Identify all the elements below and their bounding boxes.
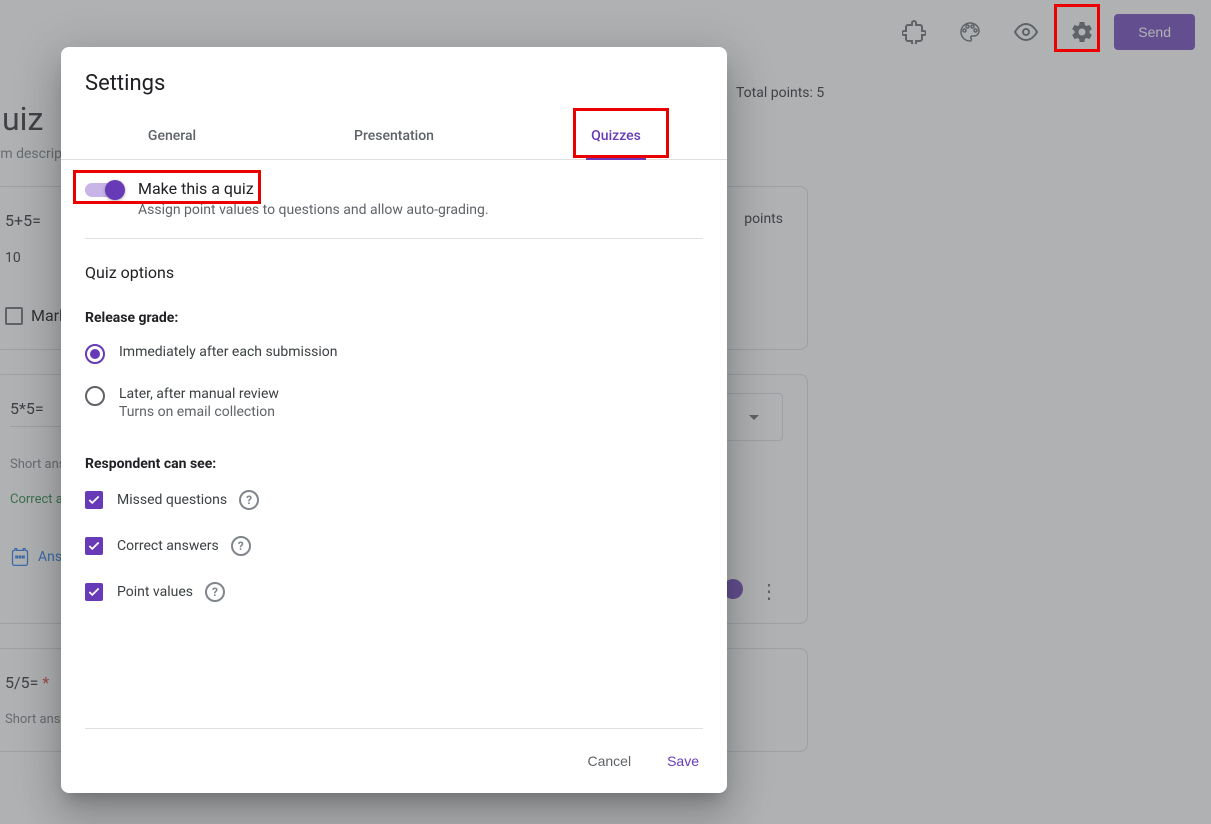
correct-answers-option[interactable]: Correct answers ? — [85, 536, 703, 556]
quiz-options-heading: Quiz options — [85, 239, 703, 282]
release-grade-heading: Release grade: — [85, 310, 703, 326]
make-quiz-sub: Assign point values to questions and all… — [138, 202, 489, 218]
point-values-option[interactable]: Point values ? — [85, 582, 703, 602]
tab-quizzes[interactable]: Quizzes — [505, 112, 727, 159]
save-button[interactable]: Save — [663, 749, 703, 773]
checkbox-checked-icon — [85, 583, 103, 601]
help-icon[interactable]: ? — [231, 536, 251, 556]
tab-general[interactable]: General — [61, 112, 283, 159]
release-immediate-option[interactable]: Immediately after each submission — [85, 344, 703, 364]
release-later-text: Later, after manual review Turns on emai… — [119, 386, 279, 420]
point-values-label: Point values — [117, 584, 193, 600]
checkbox-checked-icon — [85, 537, 103, 555]
make-quiz-text-group: Make this a quiz Assign point values to … — [138, 179, 489, 218]
make-quiz-row: Make this a quiz Assign point values to … — [85, 160, 703, 239]
cancel-button[interactable]: Cancel — [583, 749, 635, 773]
toggle-knob — [105, 180, 125, 200]
radio-unchecked-icon — [85, 386, 105, 406]
make-quiz-toggle[interactable] — [85, 183, 122, 197]
missed-questions-label: Missed questions — [117, 492, 227, 508]
radio-checked-icon — [85, 344, 105, 364]
dialog-body: Make this a quiz Assign point values to … — [61, 160, 727, 728]
release-later-option[interactable]: Later, after manual review Turns on emai… — [85, 386, 703, 420]
settings-dialog: Settings General Presentation Quizzes Ma… — [61, 47, 727, 793]
dialog-tabs: General Presentation Quizzes — [61, 112, 727, 160]
release-immediate-label: Immediately after each submission — [119, 344, 338, 360]
make-quiz-label: Make this a quiz — [138, 179, 489, 198]
respondent-heading: Respondent can see: — [85, 456, 703, 472]
dialog-footer: Cancel Save — [85, 728, 703, 793]
release-later-label: Later, after manual review — [119, 386, 279, 402]
correct-answers-label: Correct answers — [117, 538, 219, 554]
dialog-title: Settings — [61, 47, 727, 112]
help-icon[interactable]: ? — [205, 582, 225, 602]
release-immediate-text: Immediately after each submission — [119, 344, 338, 360]
tab-presentation[interactable]: Presentation — [283, 112, 505, 159]
missed-questions-option[interactable]: Missed questions ? — [85, 490, 703, 510]
annotation-highlight-gear — [1054, 4, 1100, 52]
checkbox-checked-icon — [85, 491, 103, 509]
help-icon[interactable]: ? — [239, 490, 259, 510]
release-later-sub: Turns on email collection — [119, 404, 279, 420]
